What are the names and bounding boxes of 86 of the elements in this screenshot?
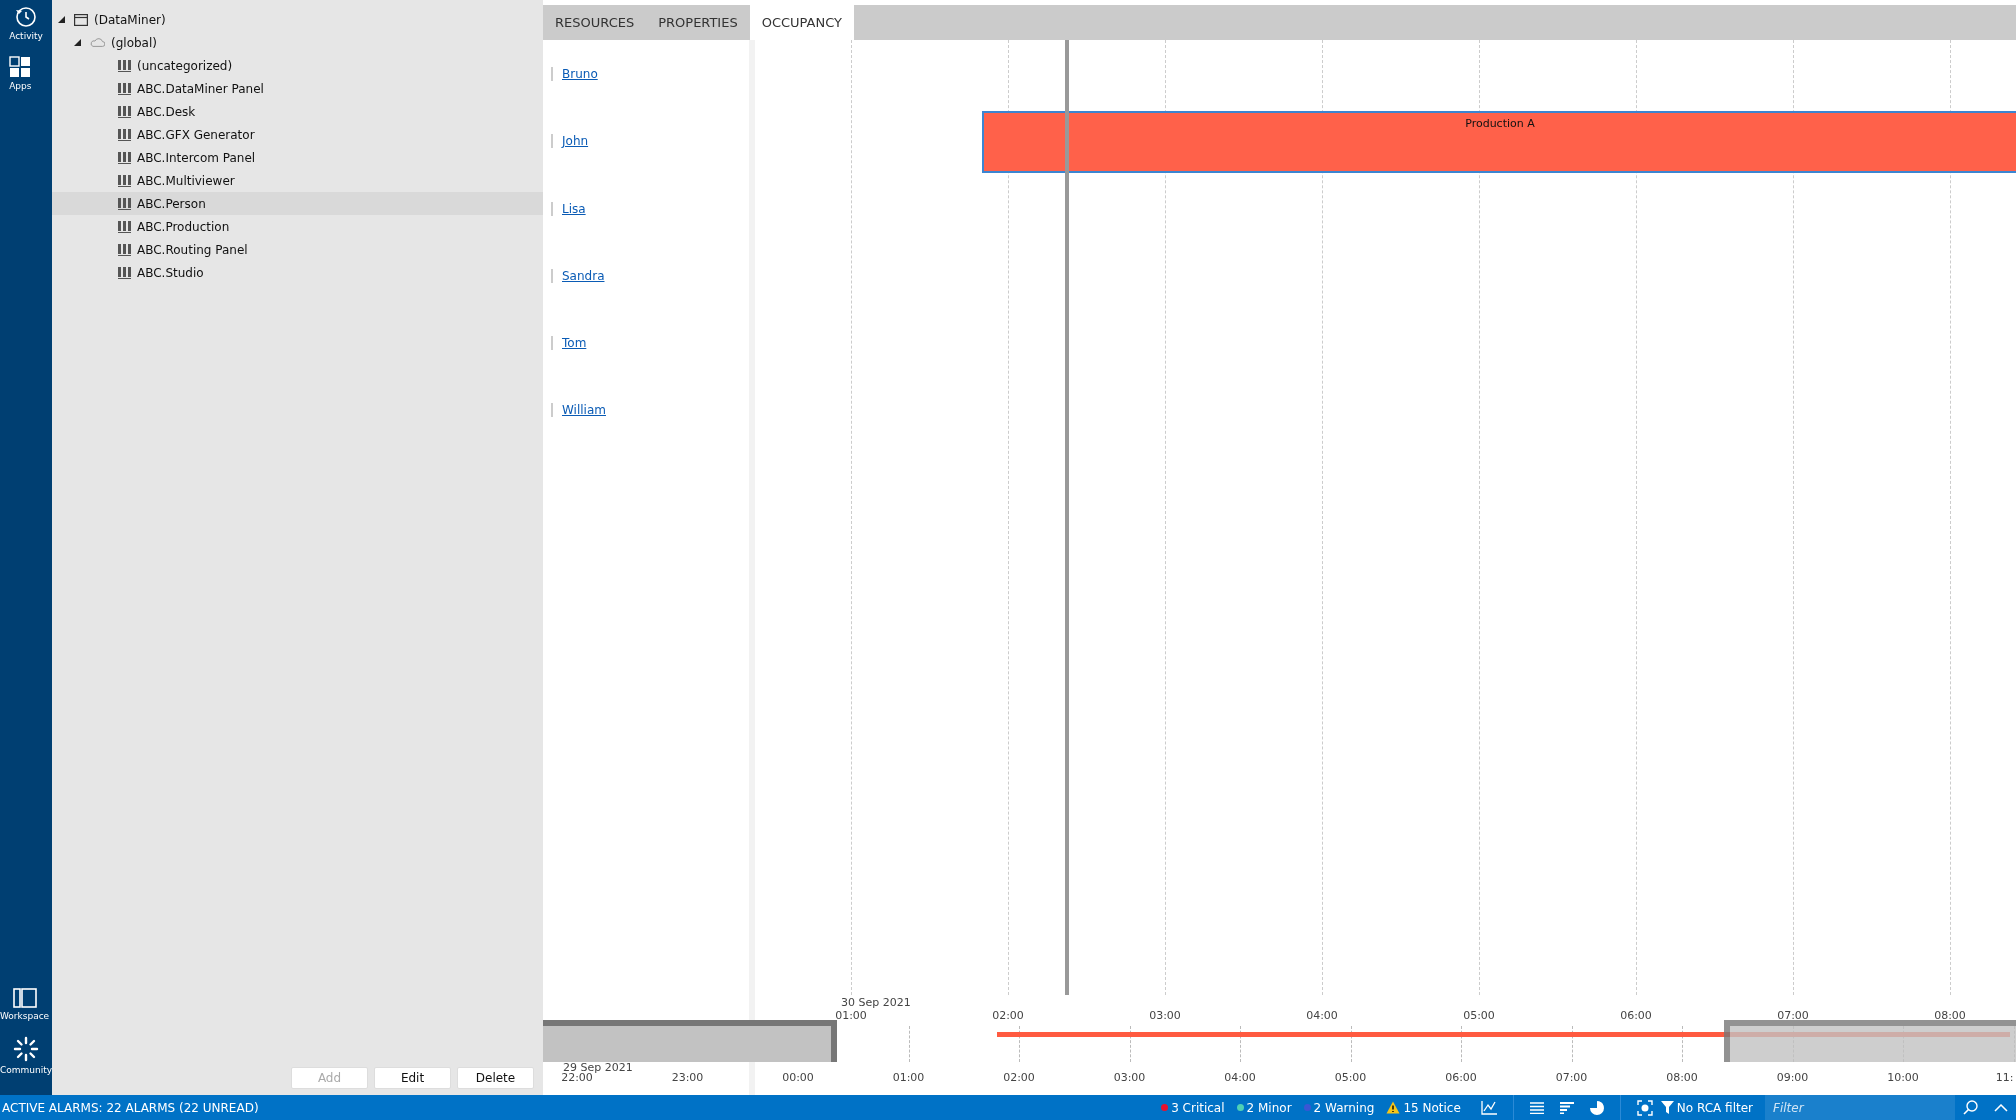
time-label: 05:00 xyxy=(1463,1008,1495,1024)
tree-item[interactable]: ABC.GFX Generator xyxy=(52,123,543,146)
apps-icon xyxy=(9,55,32,78)
alarm-counter[interactable]: 15 Notice xyxy=(1386,1098,1461,1117)
time-label: 08:00 xyxy=(1934,1008,1966,1024)
pie-chart-icon[interactable] xyxy=(1589,1100,1604,1115)
books-icon xyxy=(118,220,131,233)
resource-link[interactable]: Tom xyxy=(551,336,587,351)
time-label: 09:00 xyxy=(1776,1070,1809,1086)
books-icon xyxy=(118,105,131,118)
range-window[interactable] xyxy=(543,1020,837,1062)
time-label: 07:00 xyxy=(1777,1008,1809,1024)
window-icon xyxy=(74,13,88,26)
history-icon xyxy=(15,6,37,28)
time-label: 03:00 xyxy=(1149,1008,1181,1024)
books-icon xyxy=(118,82,131,95)
filter-icon xyxy=(1660,1101,1674,1114)
focus-icon[interactable] xyxy=(1636,1099,1653,1116)
panels-icon xyxy=(12,988,37,1008)
resource-link[interactable]: William xyxy=(551,403,606,418)
time-label: 02:00 xyxy=(992,1008,1024,1024)
nav-button[interactable]: Apps xyxy=(9,55,32,93)
time-label: 07:00 xyxy=(1555,1070,1588,1086)
tree-item[interactable]: ABC.Intercom Panel xyxy=(52,146,543,169)
action-button[interactable]: Delete xyxy=(457,1067,534,1089)
tree-item[interactable]: ABC.DataMiner Panel xyxy=(52,77,543,100)
time-label: 01:00 xyxy=(892,1070,925,1086)
books-icon xyxy=(118,197,131,210)
time-label: 11: xyxy=(1995,1070,2014,1086)
resource-link[interactable]: Bruno xyxy=(551,67,598,81)
books-icon xyxy=(118,243,131,256)
warning-icon xyxy=(1386,1101,1401,1114)
rca-filter[interactable]: No RCA filter xyxy=(1660,1098,1753,1117)
tab[interactable]: PROPERTIES xyxy=(646,5,750,40)
nav-button[interactable]: Community xyxy=(0,1035,53,1077)
time-label: 04:00 xyxy=(1306,1008,1338,1024)
tab[interactable]: RESOURCES xyxy=(543,5,647,40)
time-label: 04:00 xyxy=(1224,1070,1256,1086)
booking-bar[interactable]: Production A xyxy=(982,111,2016,174)
tree-item[interactable]: (DataMiner) xyxy=(52,8,543,31)
chevron-up-icon[interactable] xyxy=(1994,1103,2008,1112)
books-icon xyxy=(118,128,131,141)
alarm-counter[interactable]: 2 Minor xyxy=(1236,1098,1292,1117)
expander-icon[interactable] xyxy=(74,39,81,46)
tree-item[interactable]: ABC.Multiviewer xyxy=(52,169,543,192)
sort-icon[interactable] xyxy=(1559,1101,1574,1114)
resource-link[interactable]: Lisa xyxy=(551,201,586,216)
cloud-icon xyxy=(90,38,105,47)
search-icon[interactable] xyxy=(1963,1100,1978,1115)
tree-item[interactable]: ABC.Routing Panel xyxy=(52,238,543,261)
alarm-counter[interactable]: 3 Critical xyxy=(1161,1098,1225,1117)
time-label: 10:00 xyxy=(1887,1070,1919,1086)
nav-button[interactable]: Activity xyxy=(9,6,43,44)
time-label: 05:00 xyxy=(1334,1070,1367,1086)
time-label: 08:00 xyxy=(1666,1070,1698,1086)
books-icon xyxy=(118,151,131,164)
action-button[interactable]: Edit xyxy=(374,1067,451,1089)
tree-item[interactable]: ABC.Studio xyxy=(52,261,543,284)
time-label: 06:00 xyxy=(1445,1070,1477,1086)
nav-button[interactable]: Workspace xyxy=(0,988,50,1024)
resource-link[interactable]: Sandra xyxy=(551,268,605,283)
filter-field[interactable]: Filter xyxy=(1765,1095,1955,1120)
tree-item[interactable]: (global) xyxy=(52,31,543,54)
alarm-counter[interactable]: 2 Warning xyxy=(1303,1098,1375,1117)
time-label: 01:00 xyxy=(835,1008,867,1024)
tree-item[interactable]: (uncategorized) xyxy=(52,54,543,77)
burst-icon xyxy=(13,1035,39,1062)
time-label: 23:00 xyxy=(671,1070,704,1086)
tree-item[interactable]: ABC.Desk xyxy=(52,100,543,123)
resource-link[interactable]: John xyxy=(551,134,589,149)
time-label: 02:00 xyxy=(1003,1070,1035,1086)
time-label: 03:00 xyxy=(1113,1070,1146,1086)
alarm-summary[interactable]: ACTIVE ALARMS: 22 ALARMS (22 UNREAD) xyxy=(0,1098,259,1117)
date-label: 30 Sep 2021 xyxy=(841,995,911,1011)
list-icon[interactable] xyxy=(1529,1101,1544,1114)
chart-icon[interactable] xyxy=(1480,1100,1497,1115)
books-icon xyxy=(118,174,131,187)
time-label: 06:00 xyxy=(1620,1008,1652,1024)
expander-icon[interactable] xyxy=(58,16,65,23)
time-label: 22:00 xyxy=(561,1071,593,1086)
tree-item[interactable]: ABC.Production xyxy=(52,215,543,238)
tab[interactable]: OCCUPANCY xyxy=(749,5,854,40)
time-label: 00:00 xyxy=(782,1070,814,1086)
tree-item[interactable]: ABC.Person xyxy=(52,192,543,215)
books-icon xyxy=(118,59,131,72)
books-icon xyxy=(118,266,131,279)
